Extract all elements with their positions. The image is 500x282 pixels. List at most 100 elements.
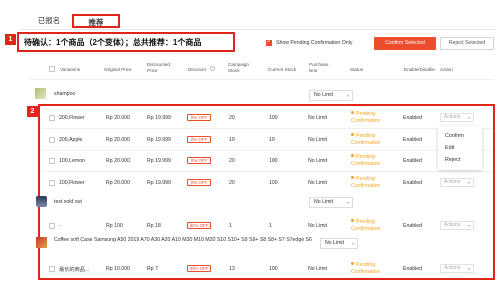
row-checkbox[interactable] (49, 115, 55, 121)
tab-divider (20, 29, 496, 30)
row-status: Pending Confirmation (351, 154, 391, 167)
row-discounted-price: Rp 7 (147, 266, 158, 272)
row-enabled: Enabled (403, 223, 423, 229)
discount-badge: 0% OFF (187, 114, 211, 121)
chevron-down-icon: ▾ (467, 115, 470, 120)
col-purchase-limit: Purchase limit (309, 62, 329, 73)
row-current-stock: 100 (269, 115, 278, 121)
row-status: Pending Confirmation (351, 111, 391, 124)
row-actions-label: Actions (444, 179, 461, 185)
row-status-text: Pending Confirmation (351, 262, 381, 275)
row-status-text: Pending Confirmation (351, 154, 381, 167)
row-actions-dropdown[interactable]: Actions ▾ (440, 178, 474, 187)
row-current-stock: 100 (269, 180, 278, 186)
row-actions-label: Actions (444, 265, 461, 271)
select-all-checkbox[interactable] (49, 66, 55, 72)
menu-item-reject[interactable]: Reject (445, 157, 460, 163)
tab-registered[interactable]: 已报名 (30, 14, 68, 28)
row-status-text: Pending Confirmation (351, 133, 381, 146)
col-enable-disable: Enable/Disable (404, 67, 435, 72)
menu-item-edit[interactable]: Edit (445, 145, 454, 151)
row-actions-dropdown[interactable]: Actions ▾ (440, 221, 474, 230)
row-campaign-stock: 13 (229, 266, 235, 272)
chevron-down-icon: ▾ (346, 200, 349, 205)
group-name: test sold out (54, 199, 82, 205)
row-enabled: Enabled (403, 115, 423, 121)
discount-badge: 0% OFF (187, 157, 211, 164)
row-status: Pending Confirmation (351, 219, 391, 232)
row-actions-dropdown[interactable]: Actions ▾ (440, 113, 474, 122)
product-thumbnail (36, 196, 47, 207)
group-limit-select[interactable]: No Limit ▾ (309, 197, 353, 208)
row-current-stock: 100 (269, 266, 278, 272)
product-thumbnail (35, 88, 46, 99)
row-discounted-price: Rp 19.999 (147, 115, 171, 121)
row-checkbox[interactable] (49, 137, 55, 143)
row-checkbox[interactable] (49, 223, 55, 229)
row-variation: 100,Lemon (59, 158, 85, 164)
row-divider (42, 150, 492, 151)
discount-badge: 0% OFF (187, 136, 211, 143)
row-campaign-stock: 20 (229, 158, 235, 164)
row-current-stock: 1 (269, 223, 272, 229)
row-status-text: Pending Confirmation (351, 219, 381, 232)
discount-help-icon (210, 66, 215, 71)
row-purchase-limit: No Limit (308, 266, 328, 272)
row-status-text: Pending Confirmation (351, 176, 381, 189)
row-discounted-price: Rp 18 (147, 223, 161, 229)
chevron-down-icon: ▾ (346, 93, 349, 98)
annotation-marker-1: 1 (5, 34, 16, 45)
row-enabled: Enabled (403, 137, 423, 143)
row-campaign-stock: 20 (229, 180, 235, 186)
show-pending-checkbox[interactable] (266, 38, 272, 46)
row-enabled: Enabled (403, 158, 423, 164)
discount-badge: 0% OFF (187, 179, 211, 186)
row-campaign-stock: 19 (229, 137, 235, 143)
confirm-selected-button[interactable]: Confirm Selected (374, 37, 436, 50)
menu-item-confirm[interactable]: Confirm (445, 133, 464, 139)
row-variation: 最长的商品... (59, 267, 90, 273)
row-original-price: Rp 20.000 (106, 137, 130, 143)
group-limit-select[interactable]: No Limit ▾ (309, 90, 353, 101)
chevron-down-icon: ▾ (467, 266, 470, 271)
row-discounted-price: Rp 19.999 (147, 180, 171, 186)
row-checkbox[interactable] (49, 266, 55, 272)
row-discounted-price: Rp 19.999 (147, 137, 171, 143)
col-variations: Variations (60, 67, 81, 72)
row-status: Pending Confirmation (351, 262, 391, 275)
group-limit-select[interactable]: No Limit ▾ (320, 238, 358, 249)
chevron-down-icon: ▾ (467, 180, 470, 185)
row-purchase-limit: No Limit (308, 180, 328, 186)
row-original-price: Rp 20.000 (106, 158, 130, 164)
row-status: Pending Confirmation (351, 133, 391, 146)
chevron-down-icon: ▾ (351, 241, 354, 246)
group-name: shampoo (54, 91, 76, 97)
row-enabled: Enabled (403, 180, 423, 186)
row-discounted-price: Rp 19.999 (147, 158, 171, 164)
row-current-stock: 100 (269, 158, 278, 164)
row-actions-dropdown[interactable]: Actions ▾ (440, 264, 474, 273)
col-action: Action (440, 67, 453, 72)
tab-recommended[interactable]: 推荐 (72, 14, 120, 28)
row-variation: - (59, 223, 61, 229)
row-variation: 100,Flower (59, 180, 85, 186)
product-thumbnail (36, 237, 47, 248)
row-original-price: Rp 100 (106, 223, 123, 229)
row-original-price: Rp 10.000 (106, 266, 130, 272)
row-purchase-limit: No Limit (308, 158, 328, 164)
header-divider (30, 79, 494, 80)
row-checkbox[interactable] (49, 158, 55, 164)
row-divider (42, 128, 492, 129)
col-discounted-price: Discounted Price (147, 62, 170, 73)
col-current-stock: Current Stock (268, 67, 297, 72)
discount-badge: 33% OFF (187, 265, 211, 272)
group-limit-value: No Limit (314, 199, 334, 205)
row-original-price: Rp 20.000 (106, 180, 130, 186)
row-checkbox[interactable] (49, 180, 55, 186)
col-discount: Discount (188, 67, 206, 72)
reject-selected-button[interactable]: Reject Selected (440, 37, 494, 50)
chevron-down-icon: ▾ (467, 223, 470, 228)
row-variation: 200,Apple (59, 137, 83, 143)
row-purchase-limit: No Limit (308, 137, 328, 143)
discount-badge: 82% OFF (187, 222, 211, 229)
